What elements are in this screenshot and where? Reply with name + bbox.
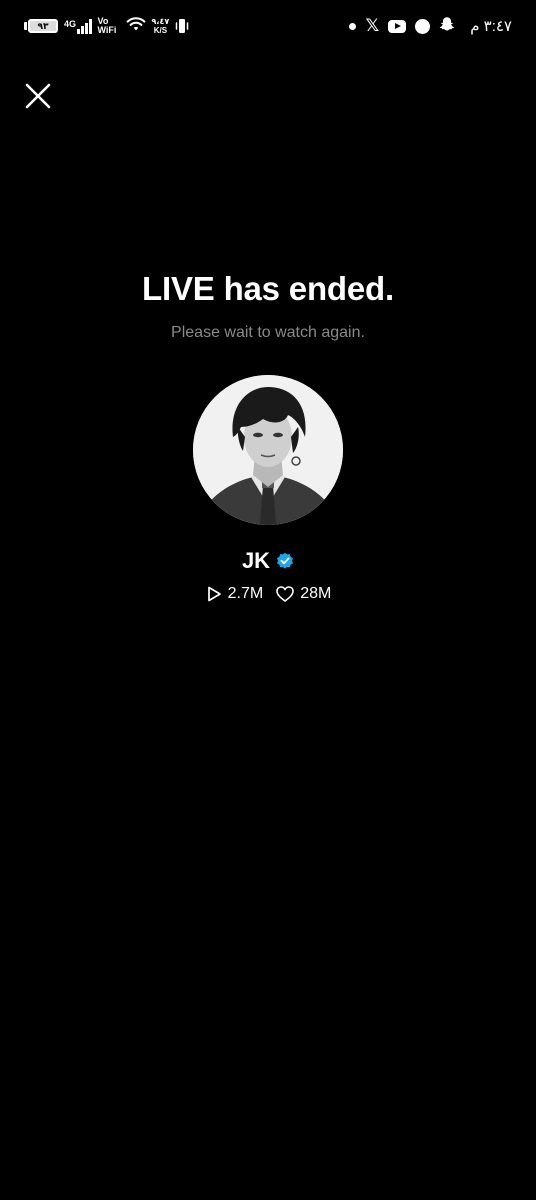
views-count: 2.7M bbox=[227, 585, 264, 602]
network-speed: ٩،٤٧ K/S bbox=[151, 17, 170, 35]
likes-stat: 28M bbox=[275, 585, 331, 603]
wifi-icon bbox=[126, 16, 146, 37]
avatar-image bbox=[193, 375, 343, 525]
youtube-icon bbox=[388, 19, 407, 33]
circle-app-icon bbox=[415, 18, 431, 34]
close-icon bbox=[25, 83, 51, 109]
verified-badge-icon bbox=[276, 552, 294, 570]
status-bar: ٩٣ 4G Vo WiFi ٩،٤٧ K/S 𝕏 ٣:٤٧ م bbox=[0, 0, 536, 52]
signal-icon: 4G bbox=[64, 18, 92, 34]
play-icon bbox=[207, 586, 221, 602]
close-button[interactable] bbox=[22, 80, 54, 112]
vibrate-icon bbox=[175, 17, 189, 35]
heart-icon bbox=[276, 586, 295, 602]
profile-stats: 2.7M 28M bbox=[0, 585, 536, 603]
x-icon: 𝕏 bbox=[365, 15, 380, 36]
vowifi-indicator: Vo WiFi bbox=[97, 16, 117, 35]
profile-name-row[interactable]: JK bbox=[0, 548, 536, 574]
live-ended-title: LIVE has ended. bbox=[142, 270, 394, 307]
dot-icon bbox=[349, 22, 357, 30]
snapchat-icon bbox=[439, 16, 455, 37]
avatar[interactable] bbox=[193, 375, 343, 525]
network-type: 4G bbox=[64, 19, 77, 29]
live-ended-subtitle: Please wait to watch again. bbox=[171, 324, 365, 341]
status-time: ٣:٤٧ م bbox=[470, 18, 512, 35]
profile-name[interactable]: JK bbox=[242, 548, 270, 574]
status-right-group: 𝕏 ٣:٤٧ م bbox=[349, 14, 512, 38]
battery-level: ٩٣ bbox=[28, 19, 58, 33]
views-stat: 2.7M bbox=[205, 585, 264, 603]
battery-icon: ٩٣ bbox=[24, 19, 58, 33]
status-left-group: ٩٣ 4G Vo WiFi ٩،٤٧ K/S bbox=[24, 14, 189, 38]
likes-count: 28M bbox=[300, 585, 332, 602]
